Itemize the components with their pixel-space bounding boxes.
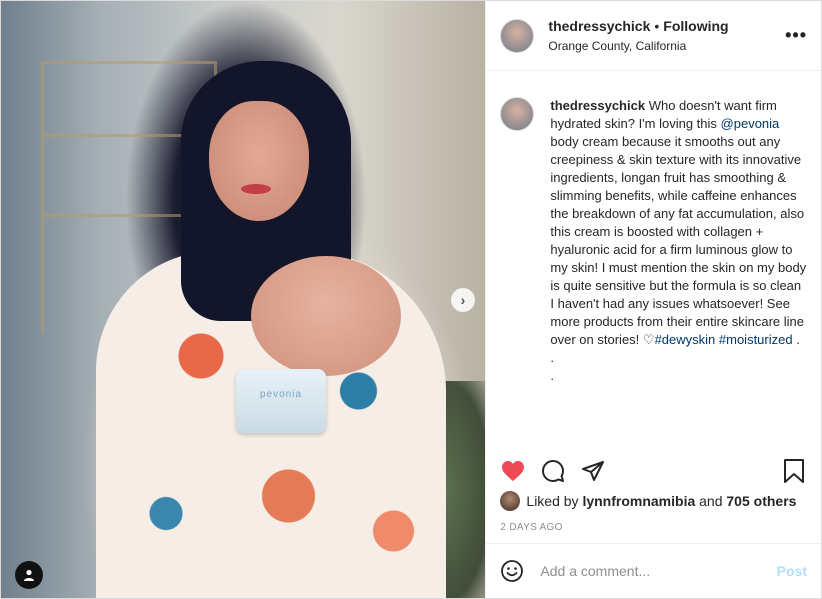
heart-icon (502, 461, 525, 481)
post-sidebar: thedressychick • Following Orange County, … (485, 1, 821, 598)
woman-face (209, 101, 309, 221)
liker-avatar[interactable] (500, 491, 521, 511)
tag-user-icon (24, 569, 34, 581)
post-photo[interactable]: pevonia › (1, 1, 486, 598)
action-bar (500, 454, 807, 488)
username-link[interactable]: thedressychick (548, 18, 650, 34)
likes-count-link[interactable]: 705 others (726, 493, 796, 509)
woman-lips (241, 184, 271, 194)
post-header: thedressychick • Following Orange County, … (486, 1, 821, 71)
avatar[interactable] (500, 18, 535, 53)
smiley-icon[interactable] (500, 559, 524, 583)
heart-outline-icon: ♡ (642, 332, 655, 347)
likes-middle: and (699, 493, 723, 509)
tag-user-button[interactable] (15, 561, 43, 589)
separator-dot: • (654, 18, 660, 34)
likes-summary: Liked by lynnfromnamibia and 705 others (500, 491, 807, 511)
caption-dot-1: . (550, 350, 555, 365)
more-icon[interactable]: ••• (785, 25, 807, 46)
likes-prefix: Liked by (526, 493, 579, 509)
post-timestamp[interactable]: 2 DAYS AGO (500, 522, 562, 533)
caption-dot-2: . (550, 368, 555, 383)
caption-text: thedressychick Who doesn't want firm hyd… (550, 97, 807, 385)
caption-avatar[interactable] (500, 97, 535, 131)
caption-username-link[interactable]: thedressychick (550, 98, 645, 113)
post-comment-button[interactable]: Post (777, 563, 807, 579)
comment-input[interactable] (538, 562, 777, 580)
post-dialog: pevonia › thedressychick • Following Orang… (0, 0, 822, 599)
caption: thedressychick Who doesn't want firm hyd… (500, 97, 807, 385)
caption-end: . (792, 332, 800, 347)
chevron-right-icon: › (460, 292, 466, 308)
comment-bar: Post (486, 543, 821, 598)
following-button[interactable]: Following (663, 18, 728, 34)
woman-shoulder (251, 256, 401, 376)
bookmark-icon (784, 459, 804, 483)
caption-text-part2: body cream because it smooths out any cr… (550, 134, 807, 347)
share-icon (582, 461, 605, 481)
header-meta: thedressychick • Following Orange County, … (548, 18, 785, 53)
liker-username-link[interactable]: lynnfromnamibia (582, 493, 695, 509)
like-button[interactable] (500, 458, 526, 484)
next-photo-button[interactable]: › (451, 288, 475, 312)
hashtag-dewyskin[interactable]: #dewyskin (655, 332, 716, 347)
comment-button[interactable] (540, 458, 566, 484)
cream-jar: pevonia (236, 369, 326, 433)
save-button[interactable] (781, 458, 807, 484)
hashtag-moisturized[interactable]: #moisturized (719, 332, 793, 347)
comment-icon (542, 460, 565, 482)
jar-label: pevonia (259, 389, 303, 400)
mention-link[interactable]: @pevonia (721, 116, 780, 131)
share-button[interactable] (580, 458, 606, 484)
location-link[interactable]: Orange County, California (548, 39, 785, 53)
